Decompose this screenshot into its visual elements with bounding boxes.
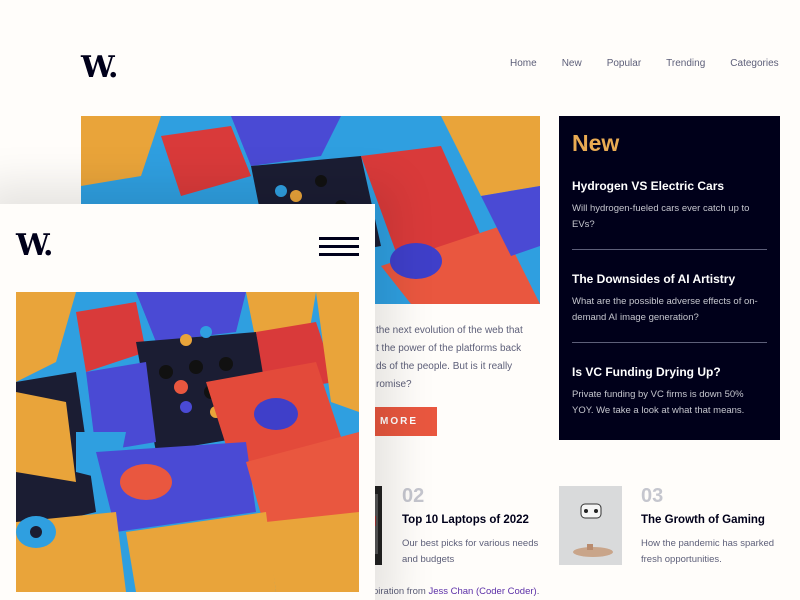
nav-item-popular[interactable]: Popular [607,58,641,69]
nav-item-trending[interactable]: Trending [666,58,705,69]
hero-description-line: the next evolution of the web that [376,325,523,336]
mobile-hero-image [16,292,359,592]
new-article-description: Private funding by VC firms is down 50% … [572,389,745,416]
gaming-thumbnail[interactable] [559,486,622,565]
mobile-site-logo[interactable]: W. [16,228,53,263]
new-articles-panel: New Hydrogen VS Electric Cars Will hydro… [559,116,780,440]
site-logo[interactable]: W. [81,50,118,85]
nav-item-home[interactable]: Home [510,58,537,69]
divider [572,342,767,343]
nav-item-new[interactable]: New [562,58,582,69]
new-article-description: Will hydrogen-fueled cars ever catch up … [572,203,750,230]
attribution-prefix: piration from [373,586,429,597]
article-title[interactable]: Top 10 Laptops of 2022 [402,514,542,526]
nav-item-categories[interactable]: Categories [730,58,778,69]
new-article-title[interactable]: Hydrogen VS Electric Cars [572,179,767,193]
divider [572,249,767,250]
attribution: piration from Jess Chan (Coder Coder). [373,586,539,597]
hero-description-line: ds of the people. But is it really [376,361,513,372]
hamburger-menu-icon[interactable] [319,237,359,257]
article-description: How the pandemic has sparked fresh oppor… [641,538,775,565]
hero-description-line: romise? [376,379,412,390]
article-number: 02 [402,485,425,507]
article-card[interactable]: 02 Top 10 Laptops of 2022 Our best picks… [362,486,542,568]
attribution-author-link[interactable]: Jess Chan (Coder Coder) [428,586,536,597]
new-article-title[interactable]: Is VC Funding Drying Up? [572,365,767,379]
new-article-item[interactable]: Hydrogen VS Electric Cars Will hydrogen-… [572,179,767,233]
new-article-title[interactable]: The Downsides of AI Artistry [572,272,767,286]
article-description: Our best picks for various needs and bud… [402,538,539,565]
new-article-description: What are the possible adverse effects of… [572,296,758,323]
article-card[interactable]: 03 The Growth of Gaming How the pandemic… [559,486,781,568]
new-article-item[interactable]: Is VC Funding Drying Up? Private funding… [572,365,767,419]
new-article-item[interactable]: The Downsides of AI Artistry What are th… [572,272,767,326]
article-number: 03 [641,485,664,507]
read-more-button[interactable]: MORE [372,407,437,436]
attribution-suffix: . [536,586,540,597]
mobile-preview: W. [0,204,375,600]
main-nav: Home New Popular Trending Categories [510,58,779,69]
article-title[interactable]: The Growth of Gaming [641,514,781,526]
hero-description: the next evolution of the web that t the… [376,322,546,394]
hero-description-line: t the power of the platforms back [376,343,522,354]
new-panel-title: New [572,130,620,156]
